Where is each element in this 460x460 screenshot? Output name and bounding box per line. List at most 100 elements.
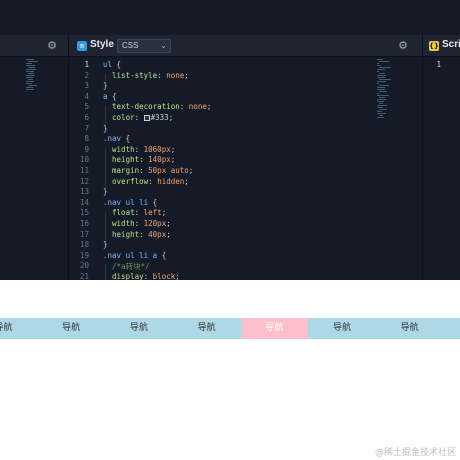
code-token: overflow [103,176,149,186]
code-token: none [188,102,207,112]
minimap-line [26,81,34,82]
minimap-line [26,59,34,60]
line-number: 12 [79,176,89,186]
minimap-line [26,83,32,84]
code-token: : [139,155,149,165]
code-line[interactable]: display: block; [103,272,180,280]
code-line[interactable]: color: #333; [103,113,173,122]
code-line[interactable]: .nav ul li { [103,198,157,207]
nav-item[interactable]: 导航 [173,318,240,339]
gear-icon[interactable]: ⚙ [46,40,58,52]
code-line[interactable]: /*a转块*/ [103,261,150,272]
code-line[interactable]: height: 140px; [103,155,175,164]
code-line[interactable]: } [103,124,108,133]
code-line[interactable]: width: 1060px; [103,145,175,154]
minimap-line [379,109,387,110]
minimap-line [28,79,33,80]
minimap-line [377,101,384,102]
minimap-line [379,67,391,68]
editor-topbar [0,0,460,35]
code-area[interactable]: ul { list-style: none;} a { text-decorati… [103,57,373,280]
line-number: 10 [79,155,89,165]
nav-item[interactable]: 导航 [240,318,308,339]
minimap-line [379,97,385,98]
preview-nav-bar: 导航导航导航导航导航导航导航 [0,318,460,339]
minimap-line [379,103,383,104]
minimap-line [377,107,383,108]
code-line[interactable]: a { [103,92,117,101]
code-line[interactable]: } [103,240,108,249]
code-token: : [139,166,149,175]
code-line[interactable]: text-decoration: none; [103,102,211,111]
gear-icon[interactable]: ⚙ [397,40,409,52]
code-token: float [103,208,135,218]
line-number: 9 [84,144,89,154]
code-line[interactable]: .nav { [103,134,130,143]
minimap-line [377,63,379,64]
code-line[interactable]: width: 120px; [103,219,171,228]
minimap-line [26,75,35,76]
minimap-line [379,73,385,74]
line-number: 5 [84,102,89,112]
nav-item[interactable]: 导航 [38,318,105,339]
code-line[interactable]: list-style: none; [103,71,189,80]
code-token: ; [170,144,176,154]
code-line[interactable]: height: 40px; [103,230,171,239]
code-token: ; [206,102,212,112]
code-token: ; [168,113,174,122]
line-number: 15 [79,208,89,218]
line-number: 2 [84,70,89,80]
code-token: : [134,113,144,122]
js-badge-icon: {} [429,41,439,51]
script-pane[interactable]: 1 [422,57,460,280]
line-number: 20 [79,261,89,271]
code-line[interactable]: } [103,187,108,196]
code-token: width [103,144,135,154]
style-pane[interactable]: 1 2 3 4 5 6 7 8 9 10 11 12 13 14 15 16 17 18 19 20 21 ul { l… [68,57,422,280]
code-token: #333 [150,113,169,122]
minimap-line [28,73,34,74]
html-minimap[interactable] [26,59,66,119]
html-pane[interactable] [0,57,68,280]
line-number: 11 [79,166,89,175]
code-token: ; [161,208,167,218]
nav-item[interactable]: 导航 [105,318,172,339]
minimap-line [26,63,32,64]
language-select[interactable]: CSS ⌄ [117,39,171,53]
nav-item[interactable]: 导航 [309,318,376,339]
code-line[interactable]: float: left; [103,208,166,217]
code-token: { [157,250,167,260]
code-token: 140px [148,155,171,165]
code-token: /*a转块*/ [103,262,150,272]
minimap-line [28,85,37,86]
code-line[interactable]: ul { [103,60,121,69]
code-token: 50px auto [148,166,189,175]
minimap-line [28,67,35,68]
code-token: block [152,272,176,280]
minimap-line [377,111,382,112]
code-line[interactable]: overflow: hidden; [103,177,189,186]
line-number: 21 [79,272,89,280]
nav-item[interactable]: 导航 [376,318,443,339]
minimap-line [377,69,385,70]
minimap-line [26,69,36,70]
line-number: 18 [79,240,89,250]
script-pane-title: Script [442,39,460,50]
line-number: 4 [84,91,89,101]
code-line[interactable]: margin: 50px auto; [103,166,193,175]
code-token: ; [184,70,189,80]
code-token: } [103,81,108,91]
minimap-line [379,61,389,62]
minimap-line [26,71,34,72]
code-line[interactable]: .nav ul li a { [103,251,166,260]
code-line[interactable]: } [103,81,108,90]
minimap-line [26,87,33,88]
code-token: ; [175,272,180,280]
code-token: list-style [103,70,158,80]
color-swatch[interactable] [143,115,150,121]
nav-item[interactable]: 导航 [0,318,37,339]
minimap-line [377,105,387,106]
style-minimap[interactable] [377,59,417,119]
code-token: : [143,272,153,280]
line-number: 13 [79,187,89,197]
